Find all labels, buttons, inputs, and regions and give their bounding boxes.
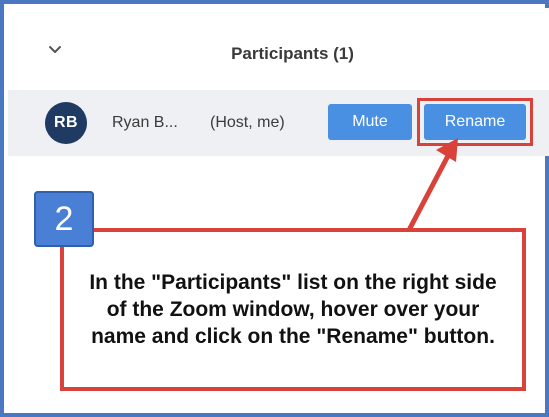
participant-row[interactable]: RB Ryan B... (Host, me) Mute Rename (8, 90, 549, 156)
instruction-text: In the "Participants" list on the right … (89, 270, 497, 349)
step-number-badge: 2 (34, 191, 94, 247)
instruction-callout: In the "Participants" list on the right … (60, 228, 526, 391)
avatar: RB (45, 102, 87, 144)
rename-button[interactable]: Rename (424, 104, 526, 140)
participants-panel-header: Participants (1) (8, 8, 549, 90)
participant-name: Ryan B... (112, 114, 178, 131)
panel-title: Participants (1) (231, 44, 354, 63)
participant-role: (Host, me) (210, 114, 285, 131)
mute-button[interactable]: Mute (328, 104, 412, 140)
